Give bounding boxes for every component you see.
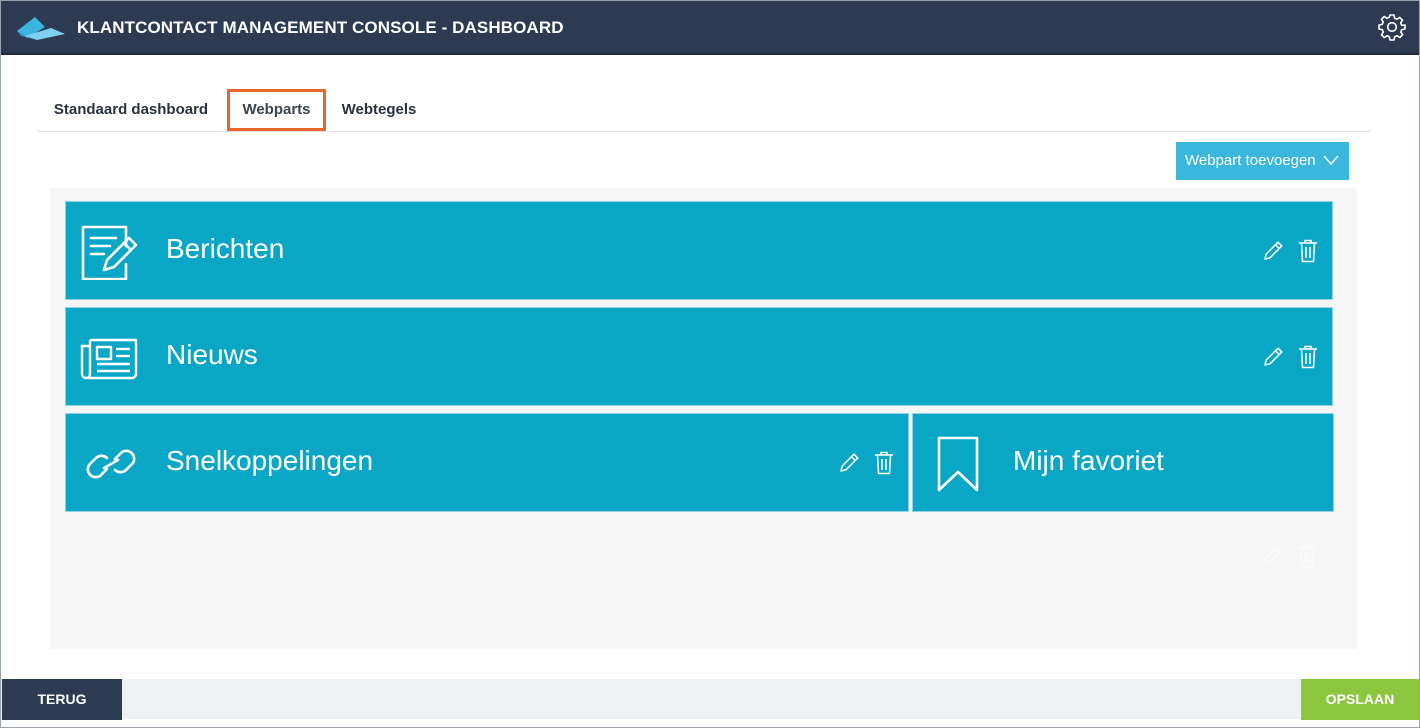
logo-icon [17,17,65,40]
webpart-title: Snelkoppelingen [166,445,374,476]
gear-icon[interactable] [1377,12,1407,42]
webpart-tile-snelkoppelingen[interactable]: Snelkoppelingen [65,413,909,512]
trash-icon[interactable] [874,451,894,475]
webpart-tile-nieuws[interactable]: Nieuws [65,307,1333,406]
edit-icon[interactable] [1262,346,1284,368]
edit-icon[interactable] [838,452,860,474]
tab-standaard-dashboard[interactable]: Standaard dashboard [37,89,225,131]
app-title: KLANTCONTACT MANAGEMENT CONSOLE - DASHBO… [77,18,564,37]
add-webpart-button[interactable]: Webpart toevoegen [1176,142,1349,180]
tab-webtegels[interactable]: Webtegels [334,89,424,131]
webpart-title: Nieuws [166,339,258,370]
link-icon [86,449,136,479]
footer-bar [1,679,1419,719]
webpart-tile-mijn-favoriet[interactable]: Mijn favoriet [912,413,1334,512]
webpart-title: Berichten [166,233,285,264]
webpart-title: Mijn favoriet [1013,445,1164,476]
save-button[interactable]: OPSLAAN [1301,679,1419,720]
edit-icon[interactable] [1262,240,1284,262]
app-window: KLANTCONTACT MANAGEMENT CONSOLE - DASHBO… [0,0,1420,728]
add-webpart-label: Webpart toevoegen [1185,152,1316,169]
trash-icon[interactable] [1298,345,1318,369]
dashboard-tabs: Standaard dashboard Webparts Webtegels [37,89,1371,132]
edit-icon [1263,546,1282,565]
back-button[interactable]: TERUG [2,679,122,720]
bookmark-icon [937,436,979,492]
webpart-tile-berichten[interactable]: Berichten [65,201,1333,300]
message-edit-icon [81,225,138,280]
trash-icon [1298,544,1316,568]
chevron-down-icon [1323,155,1339,166]
app-header: KLANTCONTACT MANAGEMENT CONSOLE - DASHBO… [1,1,1419,55]
newspaper-icon [80,338,138,380]
trash-icon[interactable] [1298,239,1318,263]
tab-webparts[interactable]: Webparts [227,89,326,131]
